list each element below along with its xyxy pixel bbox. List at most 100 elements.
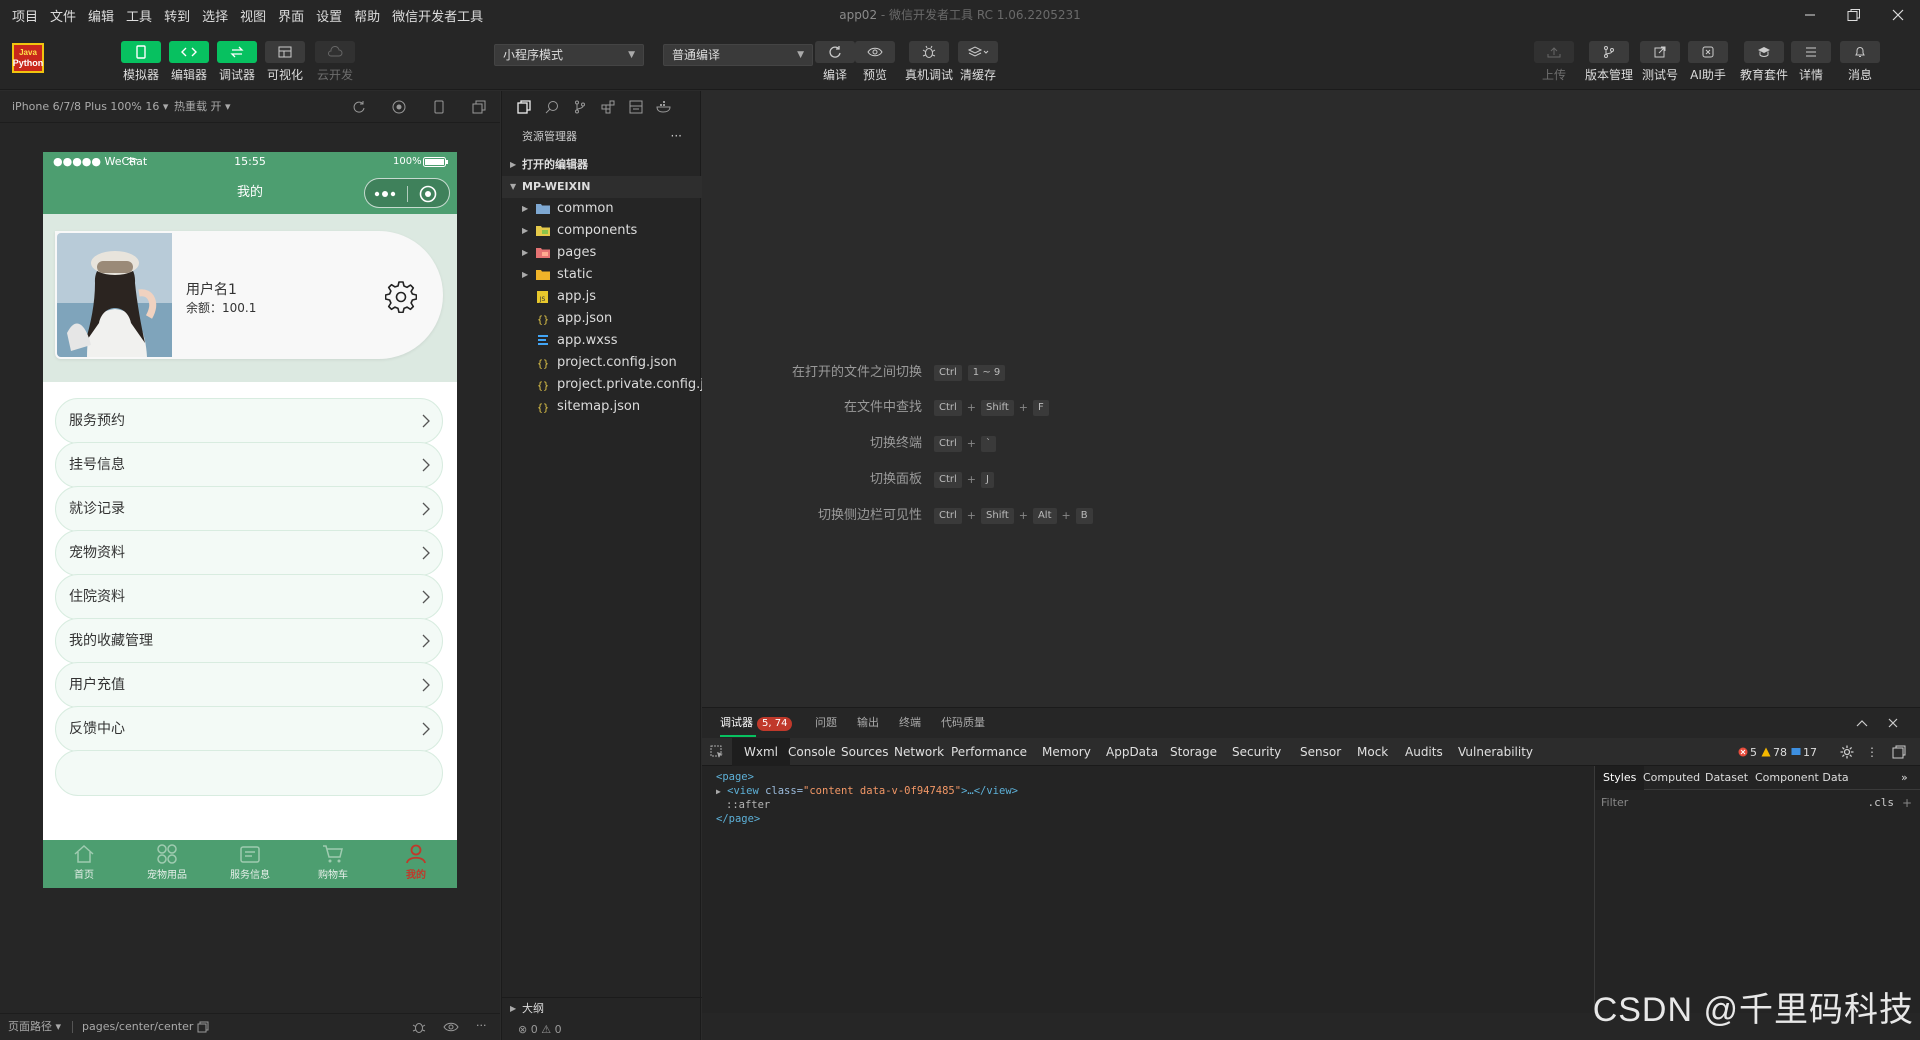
bug-icon[interactable] [412, 1020, 426, 1034]
storage-icon[interactable] [622, 91, 650, 123]
capsule-menu[interactable] [364, 178, 450, 208]
tab-component-data[interactable]: Component Data [1755, 766, 1849, 790]
outline-section[interactable]: ▶ 大纲 [502, 997, 702, 1019]
eye-icon[interactable] [443, 1021, 459, 1033]
page-path-select[interactable]: 页面路径 ▾ [8, 1014, 61, 1040]
tab-home[interactable]: 首页 [54, 844, 114, 881]
console-counts[interactable]: 5 78 17 [1738, 738, 1817, 766]
close-icon[interactable] [1888, 718, 1898, 728]
tab-service-info[interactable]: 服务信息 [220, 844, 280, 881]
detach-window-icon[interactable] [472, 100, 486, 114]
search-icon[interactable] [538, 91, 566, 123]
docker-icon[interactable] [650, 91, 678, 123]
menu-edit[interactable]: 编辑 [82, 6, 120, 25]
compile-mode-select[interactable]: 普通编译 ▼ [663, 44, 813, 66]
tab-vulnerability[interactable]: Vulnerability [1458, 738, 1533, 766]
remote-debug-button[interactable]: 真机调试 [905, 41, 953, 83]
tab-storage[interactable]: Storage [1170, 738, 1217, 766]
tree-folder-components[interactable]: ▶ components [502, 220, 702, 242]
add-rule-icon[interactable]: + [1902, 794, 1912, 812]
tree-folder-static[interactable]: ▶ static [502, 264, 702, 286]
tree-file-app-json[interactable]: {} app.json [502, 308, 702, 330]
tab-code-quality[interactable]: 代码质量 [941, 708, 985, 738]
expand-arrow-icon[interactable]: ▶ [716, 787, 721, 796]
gear-icon[interactable] [385, 281, 417, 313]
phone-frame-icon[interactable] [432, 100, 446, 114]
menu-item-favorites[interactable]: 我的收藏管理 [55, 618, 443, 664]
ai-assistant-button[interactable]: AI助手 [1688, 41, 1728, 83]
rotate-icon[interactable] [352, 100, 366, 114]
profile-card[interactable]: 用户名1 余额：100.1 [55, 231, 443, 359]
visual-toggle[interactable]: 可视化 [265, 41, 305, 83]
menu-item-recharge[interactable]: 用户充值 [55, 662, 443, 708]
tab-performance[interactable]: Performance [951, 738, 1027, 766]
menu-item-pet-profile[interactable]: 宠物资料 [55, 530, 443, 576]
tree-file-app-wxss[interactable]: app.wxss [502, 330, 702, 352]
open-editors-section[interactable]: ▶ 打开的编辑器 [502, 154, 702, 176]
tab-output[interactable]: 输出 [857, 708, 879, 738]
more-icon[interactable]: ··· [476, 1014, 487, 1038]
preview-button[interactable]: 预览 [855, 41, 895, 83]
chevron-up-icon[interactable] [1856, 718, 1868, 728]
menu-view[interactable]: 视图 [234, 6, 272, 25]
menu-wechat-devtools[interactable]: 微信开发者工具 [386, 6, 489, 25]
menu-goto[interactable]: 转到 [158, 6, 196, 25]
tab-styles[interactable]: Styles [1595, 766, 1645, 790]
tab-terminal[interactable]: 终端 [899, 708, 921, 738]
tree-file-sitemap[interactable]: {} sitemap.json [502, 396, 702, 418]
close-miniprogram-icon[interactable] [419, 185, 437, 203]
cls-toggle[interactable]: .cls [1868, 794, 1895, 812]
tab-mock[interactable]: Mock [1357, 738, 1388, 766]
wxml-page-close[interactable]: </page> [716, 812, 760, 826]
wxml-view-node[interactable]: ▶ <view class="content data-v-0f947485">… [716, 784, 1018, 798]
edu-kit-button[interactable]: 教育套件 [1740, 41, 1788, 83]
tab-dataset[interactable]: Dataset [1705, 766, 1748, 790]
editor-toggle[interactable]: 编辑器 [169, 41, 209, 83]
hot-reload-toggle[interactable]: 热重载 开 ▾ [174, 91, 231, 123]
tab-debugger[interactable]: 调试器 5, 74 [720, 708, 793, 738]
tab-network[interactable]: Network [894, 738, 944, 766]
menu-project[interactable]: 项目 [6, 6, 44, 25]
tab-console[interactable]: Console [788, 738, 836, 766]
menu-item-visit-records[interactable]: 就诊记录 [55, 486, 443, 532]
menu-item-appointment[interactable]: 服务预约 [55, 398, 443, 444]
minimize-button[interactable] [1788, 0, 1832, 30]
test-account-button[interactable]: 测试号 [1640, 41, 1680, 83]
tab-pet-supplies[interactable]: 宠物用品 [137, 844, 197, 881]
kebab-menu-icon[interactable]: ⋮ [1866, 738, 1878, 766]
clear-cache-button[interactable]: 清缓存 [958, 41, 998, 83]
tab-computed[interactable]: Computed [1643, 766, 1700, 790]
menu-select[interactable]: 选择 [196, 6, 234, 25]
menu-item-registration[interactable]: 挂号信息 [55, 442, 443, 488]
more-dots-icon[interactable] [374, 189, 398, 199]
simulator-toggle[interactable]: 模拟器 [121, 41, 161, 83]
tab-mine[interactable]: 我的 [386, 844, 446, 881]
menu-item-feedback[interactable]: 反馈中心 [55, 706, 443, 752]
files-icon[interactable] [510, 91, 538, 123]
wxml-after-pseudo[interactable]: ::after [726, 798, 770, 812]
tab-appdata[interactable]: AppData [1106, 738, 1158, 766]
chevrons-right-icon[interactable]: » [1901, 766, 1908, 790]
menu-item-hospitalization[interactable]: 住院资料 [55, 574, 443, 620]
menu-help[interactable]: 帮助 [348, 6, 386, 25]
problems-summary[interactable]: ⊗ 0 ⚠ 0 [502, 1019, 702, 1040]
tree-folder-common[interactable]: ▶ common [502, 198, 702, 220]
cloud-dev-button[interactable]: 云开发 [315, 41, 355, 83]
tab-sensor[interactable]: Sensor [1300, 738, 1341, 766]
menu-interface[interactable]: 界面 [272, 6, 310, 25]
messages-button[interactable]: 消息 [1840, 41, 1880, 83]
project-root[interactable]: ▼ MP-WEIXIN [502, 176, 702, 198]
tab-memory[interactable]: Memory [1042, 738, 1091, 766]
tab-cart[interactable]: 购物车 [303, 844, 363, 881]
compile-button[interactable]: 编译 [815, 41, 855, 83]
tree-file-project-private-config[interactable]: {} project.private.config.js... [502, 374, 702, 396]
dock-side-icon[interactable] [1892, 745, 1906, 759]
tab-audits[interactable]: Audits [1405, 738, 1443, 766]
close-window-button[interactable] [1876, 0, 1920, 30]
device-select[interactable]: iPhone 6/7/8 Plus 100% 16 ▾ [12, 91, 168, 123]
menu-file[interactable]: 文件 [44, 6, 82, 25]
tree-file-project-config[interactable]: {} project.config.json [502, 352, 702, 374]
mode-select[interactable]: 小程序模式 ▼ [494, 44, 644, 66]
avatar[interactable] [57, 233, 172, 357]
details-button[interactable]: 详情 [1791, 41, 1831, 83]
